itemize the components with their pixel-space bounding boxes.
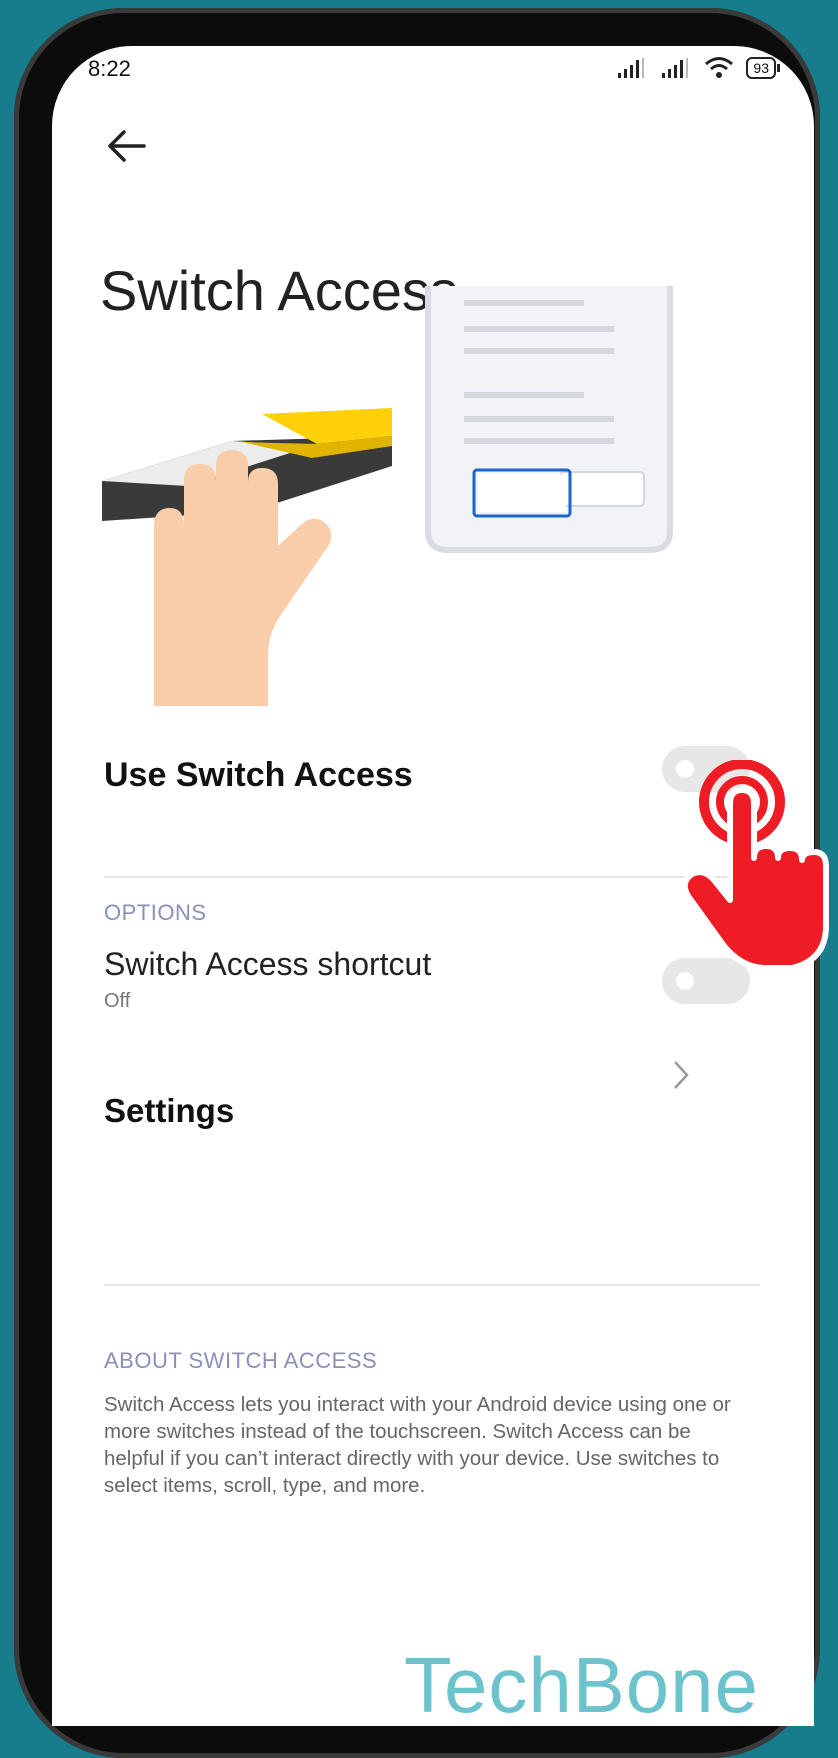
about-section-header: ABOUT SWITCH ACCESS xyxy=(104,1348,378,1373)
battery-icon: 93 xyxy=(746,57,780,79)
switch-access-shortcut-status: Off xyxy=(104,990,131,1012)
status-icons: 93 xyxy=(616,56,780,80)
watermark: TechBone xyxy=(404,1641,759,1729)
switch-access-illustration xyxy=(102,286,673,706)
switch-access-shortcut-label[interactable]: Switch Access shortcut xyxy=(104,946,431,983)
divider xyxy=(104,876,760,878)
status-time: 8:22 xyxy=(88,56,131,81)
about-description: Switch Access lets you interact with you… xyxy=(104,1393,731,1497)
status-bar: 8:22 93 xyxy=(52,46,814,94)
back-arrow-icon[interactable] xyxy=(102,124,154,168)
signal-icon-2 xyxy=(662,58,689,78)
use-switch-access-label: Use Switch Access xyxy=(104,756,413,794)
wifi-icon xyxy=(705,57,734,78)
signal-icon xyxy=(618,58,645,78)
options-section-header: OPTIONS xyxy=(104,900,207,925)
chevron-right-icon[interactable] xyxy=(669,1058,693,1092)
divider-about xyxy=(104,1284,760,1286)
toggle-knob xyxy=(676,972,694,990)
tap-hand-icon xyxy=(681,760,829,970)
settings-item[interactable]: Settings xyxy=(104,1092,234,1130)
